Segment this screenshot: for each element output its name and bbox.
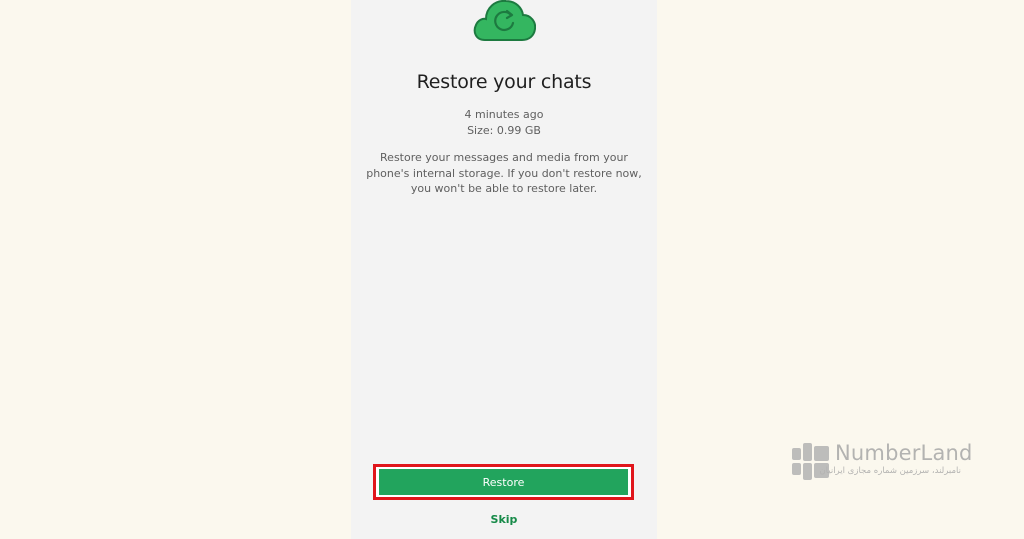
skip-button[interactable]: Skip xyxy=(351,513,657,526)
watermark-tagline: نامبرلند، سرزمین شماره مجازی ایرانیان xyxy=(819,466,961,476)
numberland-watermark: NumberLand نامبرلند، سرزمین شماره مجازی … xyxy=(792,441,972,483)
description-line: you won't be able to restore later. xyxy=(410,182,598,195)
cloud-restore-icon xyxy=(473,0,536,41)
description-line: phone's internal storage. If you don't r… xyxy=(366,166,642,180)
backup-size: Size: 0.99 GB xyxy=(467,124,541,137)
watermark-brand: NumberLand xyxy=(835,441,973,465)
description-line: Restore your messages and media from you… xyxy=(380,151,628,164)
backup-time: 4 minutes ago xyxy=(464,108,544,121)
restore-description: Restore your messages and media from you… xyxy=(351,150,657,197)
restore-button[interactable]: Restore xyxy=(379,469,628,495)
page-title: Restore your chats xyxy=(416,71,592,93)
